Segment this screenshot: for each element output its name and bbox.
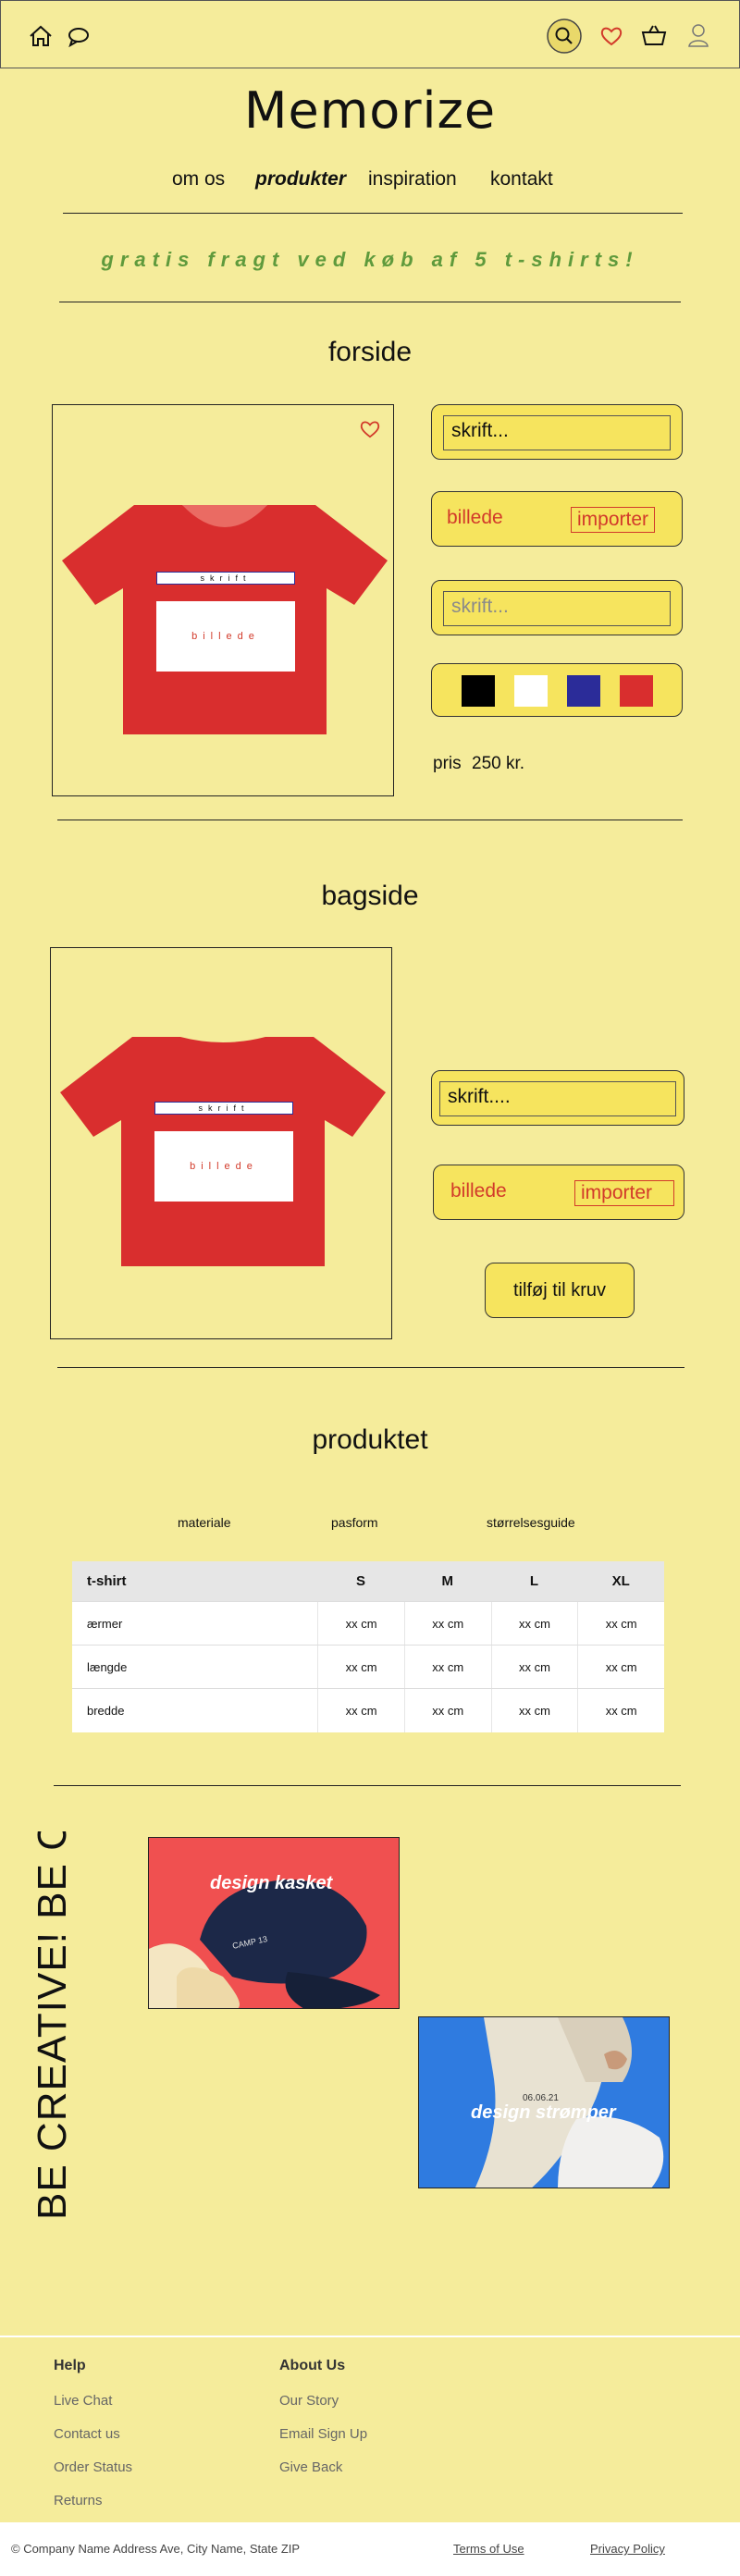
column-header: t-shirt bbox=[87, 1573, 127, 1589]
front-text-input[interactable]: skrift... bbox=[443, 415, 671, 450]
table-cell: xx cm bbox=[403, 1602, 491, 1645]
table-cell: xx cm bbox=[317, 1602, 404, 1645]
copyright-bar: © Company Name Address Ave, City Name, S… bbox=[0, 2522, 740, 2576]
color-swatch-blue[interactable] bbox=[567, 675, 600, 707]
back-heading: bagside bbox=[321, 881, 419, 911]
table-cell: xx cm bbox=[490, 1602, 578, 1645]
divider bbox=[63, 213, 683, 214]
tshirt-image-area: billede bbox=[154, 1131, 293, 1202]
cap-photo bbox=[149, 1880, 380, 2008]
color-picker bbox=[431, 663, 683, 717]
front-image-label: billede bbox=[447, 507, 503, 528]
copyright-text: © Company Name Address Ave, City Name, S… bbox=[11, 2542, 301, 2556]
table-cell: xx cm bbox=[317, 1645, 404, 1688]
front-text-box: skrift... bbox=[431, 404, 683, 460]
table-cell: xx cm bbox=[490, 1689, 578, 1732]
color-swatch-white[interactable] bbox=[514, 675, 548, 707]
column-header: S bbox=[356, 1573, 366, 1589]
price-value: 250 kr. bbox=[472, 754, 525, 773]
front-text-box-2: skrift... bbox=[431, 580, 683, 635]
privacy-link[interactable]: Privacy Policy bbox=[590, 2542, 665, 2556]
front-import-button[interactable]: importer bbox=[571, 507, 656, 533]
design-socks-card[interactable]: 06.06.21 design strømper bbox=[418, 2016, 670, 2188]
table-cell: xx cm bbox=[403, 1689, 491, 1732]
nav-item-produkter[interactable]: produkter bbox=[255, 168, 346, 191]
tshirt-text-area: skrift bbox=[156, 572, 295, 585]
size-table: t-shirt S M L XL ærmer xx cm xx cm xx cm… bbox=[72, 1561, 664, 1732]
back-import-button[interactable]: importer bbox=[574, 1180, 674, 1206]
color-swatch-red[interactable] bbox=[620, 675, 653, 707]
add-to-cart-button[interactable]: tilføj til kruv bbox=[485, 1263, 635, 1318]
column-header: XL bbox=[611, 1573, 630, 1589]
nav-item-om-os[interactable]: om os bbox=[172, 168, 225, 191]
tshirt-image-area: billede bbox=[156, 601, 295, 672]
search-icon[interactable] bbox=[547, 18, 582, 54]
slogan-vertical-text: BE CREATIVE! BE C bbox=[30, 1831, 75, 2220]
back-text-box: skrift.... bbox=[431, 1070, 684, 1126]
front-heading: forside bbox=[327, 337, 413, 367]
table-row: længde xx cm xx cm xx cm xx cm bbox=[72, 1645, 664, 1689]
back-image-box: billede importer bbox=[433, 1165, 684, 1220]
column-header: L bbox=[529, 1573, 539, 1589]
front-image-box: billede importer bbox=[431, 491, 683, 547]
top-bar bbox=[0, 0, 740, 68]
back-preview: skrift billede bbox=[50, 947, 392, 1339]
tshirt-text-area: skrift bbox=[154, 1102, 293, 1115]
user-icon[interactable] bbox=[687, 23, 709, 47]
tab-size-guide[interactable]: størrelsesguide bbox=[487, 1515, 575, 1530]
footer-link-live-chat[interactable]: Live Chat bbox=[54, 2393, 112, 2409]
design-cap-label: design kasket bbox=[210, 1873, 333, 1893]
nav-item-inspiration[interactable]: inspiration bbox=[368, 168, 457, 191]
tab-materiale[interactable]: materiale bbox=[178, 1515, 231, 1530]
front-text-input-2[interactable]: skrift... bbox=[443, 591, 671, 626]
footer-link-returns[interactable]: Returns bbox=[54, 2493, 103, 2508]
row-label: længde bbox=[87, 1659, 128, 1674]
front-preview: skrift billede bbox=[52, 404, 394, 796]
table-header: t-shirt S M L XL bbox=[72, 1561, 664, 1602]
table-cell: xx cm bbox=[577, 1602, 664, 1645]
column-header: M bbox=[441, 1573, 454, 1589]
design-socks-label: design strømper bbox=[471, 2102, 616, 2123]
footer-link-give-back[interactable]: Give Back bbox=[279, 2459, 342, 2475]
back-text-input[interactable]: skrift.... bbox=[439, 1081, 676, 1116]
divider bbox=[57, 1367, 684, 1368]
design-cap-card[interactable]: CAMP 13 design kasket bbox=[148, 1837, 400, 2009]
table-row: bredde xx cm xx cm xx cm xx cm bbox=[72, 1689, 664, 1732]
table-row: ærmer xx cm xx cm xx cm xx cm bbox=[72, 1602, 664, 1645]
row-label: ærmer bbox=[87, 1616, 123, 1631]
divider bbox=[54, 1785, 681, 1786]
product-heading: produktet bbox=[312, 1424, 428, 1455]
favorite-heart-icon[interactable] bbox=[360, 420, 380, 438]
promo-banner: gratis fragt ved køb af 5 t-shirts! bbox=[101, 248, 639, 271]
table-cell: xx cm bbox=[577, 1689, 664, 1732]
basket-icon[interactable] bbox=[641, 23, 667, 47]
table-cell: xx cm bbox=[490, 1645, 578, 1688]
footer-link-contact[interactable]: Contact us bbox=[54, 2426, 120, 2442]
price-label: pris bbox=[433, 754, 462, 773]
tab-pasform[interactable]: pasform bbox=[331, 1515, 378, 1530]
footer-help-heading: Help bbox=[54, 2358, 86, 2373]
brand-logo[interactable]: Memorize bbox=[0, 81, 740, 140]
heart-icon[interactable] bbox=[600, 26, 623, 46]
terms-link[interactable]: Terms of Use bbox=[453, 2542, 524, 2556]
nav-item-kontakt[interactable]: kontakt bbox=[490, 168, 553, 191]
footer-link-our-story[interactable]: Our Story bbox=[279, 2393, 339, 2409]
chat-icon[interactable] bbox=[68, 27, 90, 47]
footer: Help Live Chat Contact us Order Status R… bbox=[0, 2336, 740, 2522]
table-cell: xx cm bbox=[317, 1689, 404, 1732]
footer-about-heading: About Us bbox=[279, 2358, 346, 2373]
table-cell: xx cm bbox=[403, 1645, 491, 1688]
footer-link-email-signup[interactable]: Email Sign Up bbox=[279, 2426, 367, 2442]
back-image-label: billede bbox=[450, 1180, 507, 1202]
color-swatch-black[interactable] bbox=[462, 675, 495, 707]
table-cell: xx cm bbox=[577, 1645, 664, 1688]
footer-link-order-status[interactable]: Order Status bbox=[54, 2459, 132, 2475]
home-icon[interactable] bbox=[29, 25, 53, 47]
row-label: bredde bbox=[87, 1704, 125, 1718]
